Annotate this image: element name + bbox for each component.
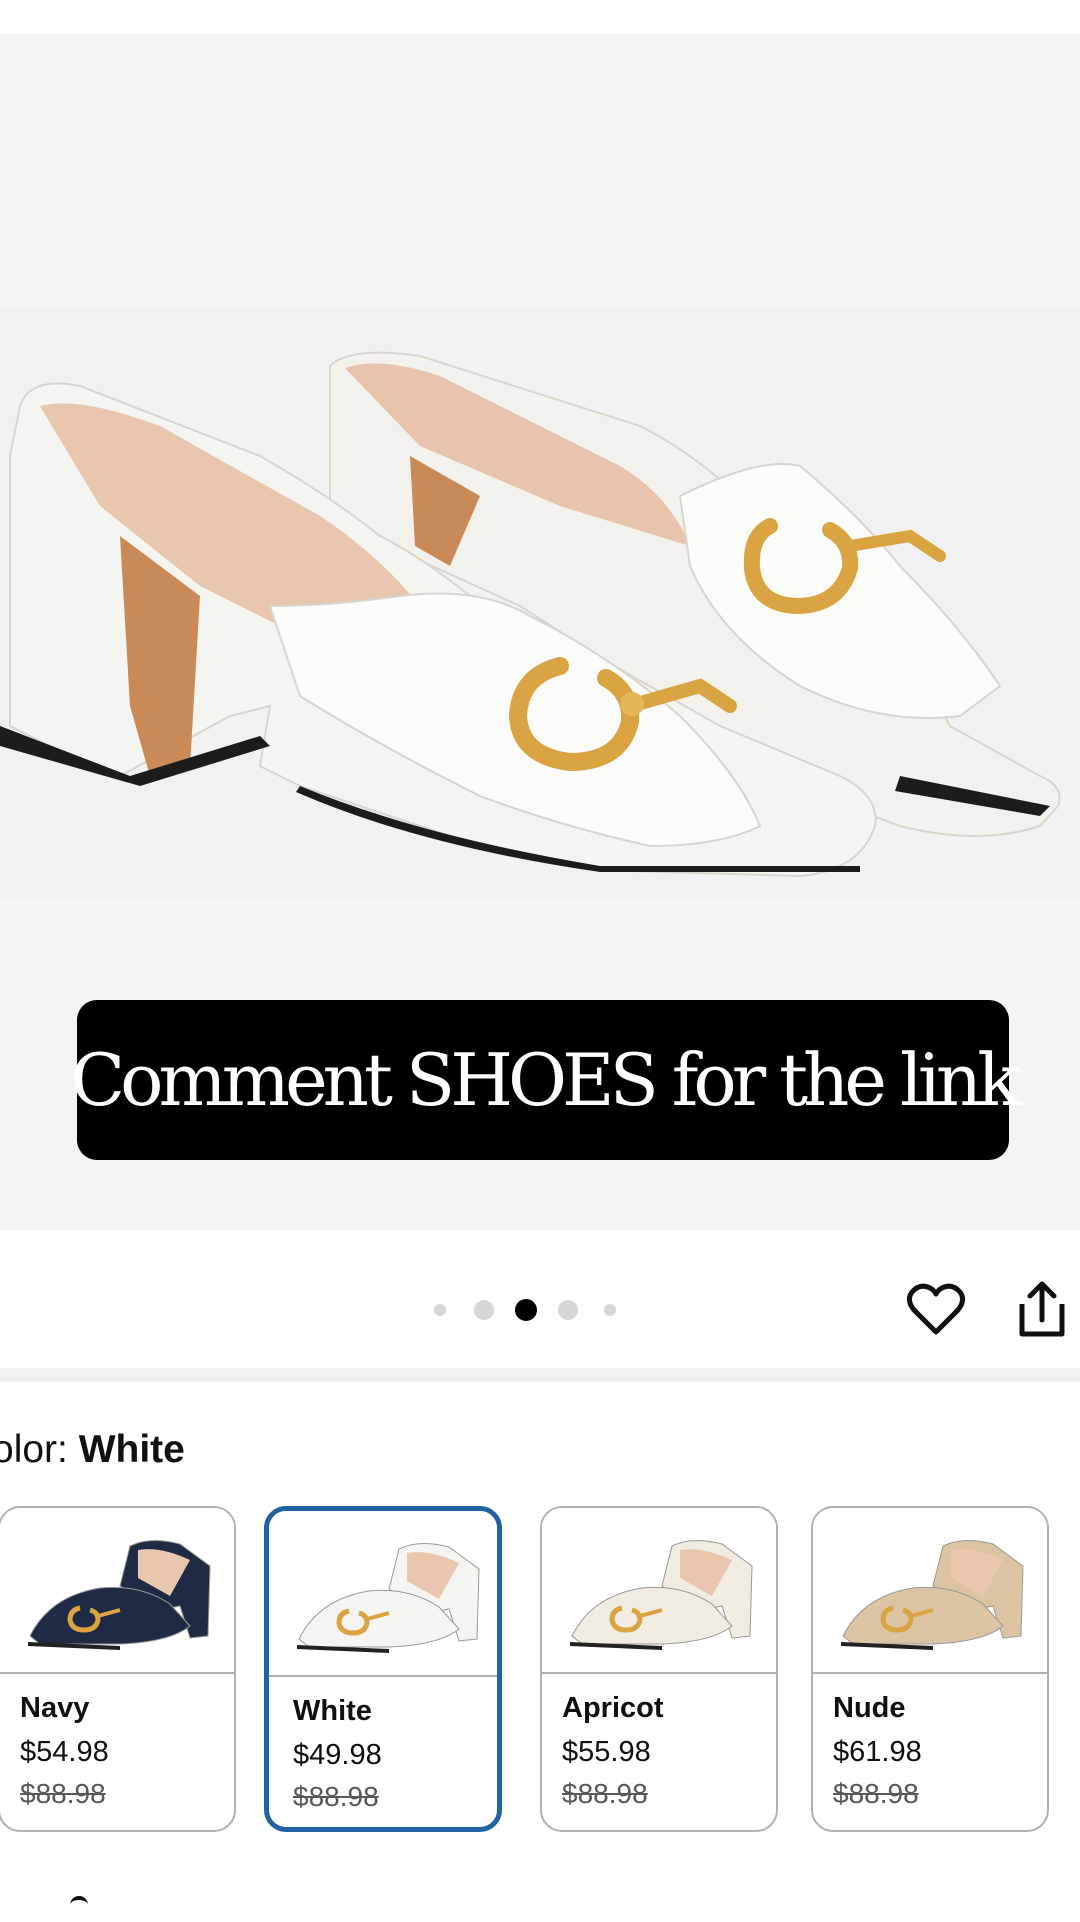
product-photo[interactable]: [0, 306, 1080, 898]
color-label-text: olor:: [0, 1428, 68, 1471]
swatch-shoe-image: [28, 1540, 211, 1650]
swatch-list-price: $88.98: [562, 1778, 648, 1809]
swatch-shoe-image: [570, 1540, 753, 1650]
swatch-price: $61.98: [833, 1736, 922, 1768]
swatch-color-name: White: [293, 1695, 372, 1727]
swatch-shoe-image: [841, 1540, 1024, 1650]
heart-outline-icon[interactable]: [906, 1280, 966, 1340]
color-swatch-apricot[interactable]: Apricot $55.98 $88.98: [540, 1506, 778, 1832]
swatch-price: $49.98: [293, 1739, 382, 1771]
swatch-list-price: $88.98: [20, 1778, 106, 1809]
carousel-dot[interactable]: [434, 1304, 446, 1316]
swatch-price: $55.98: [562, 1736, 651, 1768]
color-swatch-nude[interactable]: Nude $61.98 $88.98: [811, 1506, 1049, 1832]
swatch-price: $54.98: [20, 1736, 109, 1768]
swatch-thumbnail: [0, 1508, 234, 1674]
carousel-dot[interactable]: [474, 1300, 494, 1320]
swatch-thumbnail: [542, 1508, 776, 1674]
color-swatch-white[interactable]: White $49.98 $88.98: [264, 1506, 502, 1832]
swatch-shoe-image: [297, 1543, 480, 1653]
section-divider: [0, 1368, 1080, 1382]
promo-caption: Comment SHOES for the link: [70, 1000, 1021, 1160]
swatch-thumbnail: [813, 1508, 1047, 1674]
carousel-dot[interactable]: [558, 1300, 578, 1320]
share-icon[interactable]: [1012, 1280, 1072, 1340]
swatch-thumbnail: [269, 1511, 497, 1677]
carousel-dot[interactable]: [515, 1299, 537, 1321]
carousel-dot[interactable]: [604, 1304, 616, 1316]
swatch-color-name: Apricot: [562, 1692, 664, 1724]
swatch-color-name: Navy: [20, 1692, 90, 1724]
partially-visible-element: [70, 1896, 88, 1922]
color-swatch-navy[interactable]: Navy $54.98 $88.98: [0, 1506, 236, 1832]
swatch-list-price: $88.98: [293, 1781, 379, 1812]
swatch-color-name: Nude: [833, 1692, 906, 1724]
selected-color-value: White: [78, 1428, 185, 1471]
swatch-list-price: $88.98: [833, 1778, 919, 1809]
color-selection-label: olor: White: [0, 1428, 185, 1472]
